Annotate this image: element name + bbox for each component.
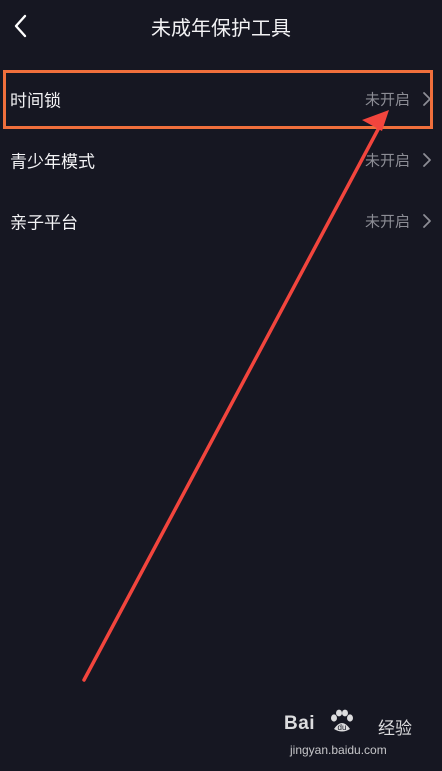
settings-item-time-lock[interactable]: 时间锁 未开启 bbox=[0, 70, 442, 128]
page-title: 未成年保护工具 bbox=[151, 16, 291, 40]
screen: 未成年保护工具 时间锁 未开启 青少年模式 未开启 亲子平台 未开启 Bai d… bbox=[0, 0, 442, 771]
settings-item-label: 青少年模式 bbox=[10, 152, 95, 173]
top-bar: 未成年保护工具 bbox=[0, 0, 442, 54]
baidu-paw-icon: du bbox=[331, 709, 353, 732]
settings-item-teen-mode[interactable]: 青少年模式 未开启 bbox=[0, 131, 442, 189]
watermark-url: jingyan.baidu.com bbox=[290, 743, 387, 757]
chevron-right-icon bbox=[423, 214, 431, 228]
svg-text:du: du bbox=[338, 723, 347, 732]
settings-item-parent-platform[interactable]: 亲子平台 未开启 bbox=[0, 192, 442, 250]
settings-item-status: 未开启 bbox=[364, 212, 410, 231]
watermark-label: 经验 bbox=[378, 719, 412, 739]
chevron-right-icon bbox=[423, 153, 431, 167]
settings-item-status: 未开启 bbox=[364, 151, 410, 170]
chevron-right-icon bbox=[423, 92, 431, 106]
settings-item-status: 未开启 bbox=[364, 90, 410, 109]
settings-item-label: 时间锁 bbox=[10, 91, 61, 112]
baidu-jingyan-watermark: Bai du 经验 jingyan.baidu.com bbox=[266, 707, 436, 767]
settings-item-label: 亲子平台 bbox=[10, 213, 78, 234]
watermark-brand: Bai bbox=[284, 713, 316, 734]
